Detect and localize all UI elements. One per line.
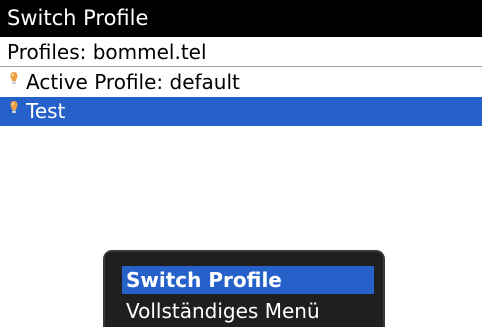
profile-item-label: Active Profile: default (26, 70, 240, 94)
context-menu: Switch Profile Vollständiges Menü (103, 250, 385, 327)
profile-list: Active Profile: default Test (0, 68, 482, 126)
profile-bulb-icon (10, 101, 18, 113)
screen: Switch Profile Profiles: bommel.tel Acti… (0, 0, 482, 327)
profile-item-active-default[interactable]: Active Profile: default (0, 68, 482, 97)
menu-item-switch-profile[interactable]: Switch Profile (122, 266, 374, 294)
profile-item-label: Test (26, 99, 66, 123)
window-title: Switch Profile (0, 0, 482, 37)
profile-item-test[interactable]: Test (0, 97, 482, 126)
profile-bulb-icon (10, 72, 18, 84)
menu-item-full-menu[interactable]: Vollständiges Menü (122, 297, 374, 325)
profiles-header: Profiles: bommel.tel (0, 37, 482, 67)
